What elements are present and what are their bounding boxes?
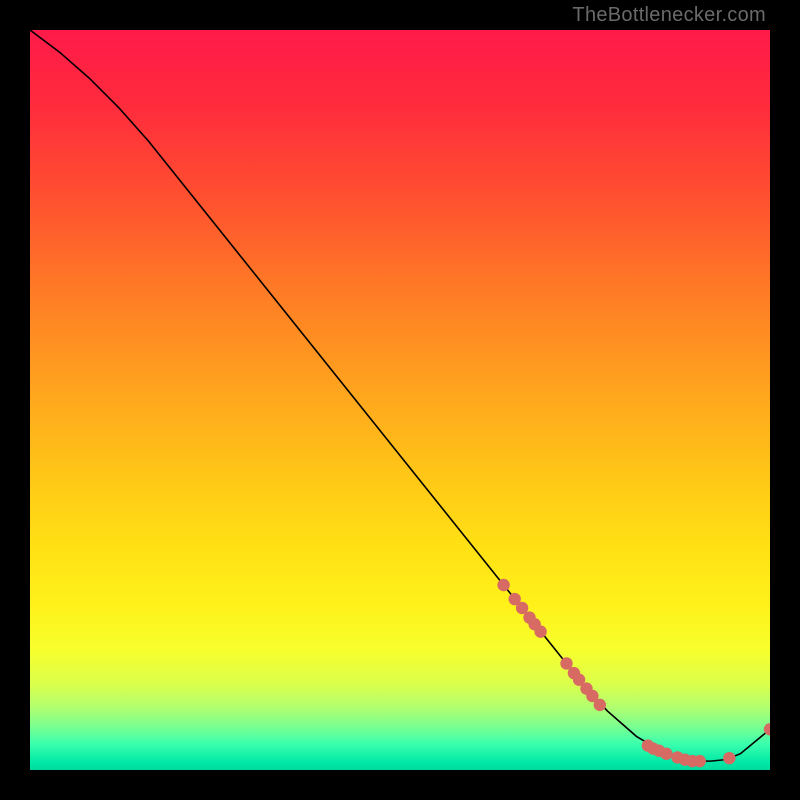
data-marker [497, 579, 509, 591]
data-marker [723, 752, 735, 764]
marker-group [497, 579, 770, 768]
plot-area [30, 30, 770, 770]
data-marker [534, 625, 546, 637]
data-marker [660, 748, 672, 760]
data-marker [693, 755, 705, 767]
chart-stage: TheBottlenecker.com [0, 0, 800, 800]
watermark-label: TheBottlenecker.com [572, 4, 766, 27]
curve-path [30, 30, 770, 761]
curve-layer [30, 30, 770, 770]
data-marker [594, 699, 606, 711]
